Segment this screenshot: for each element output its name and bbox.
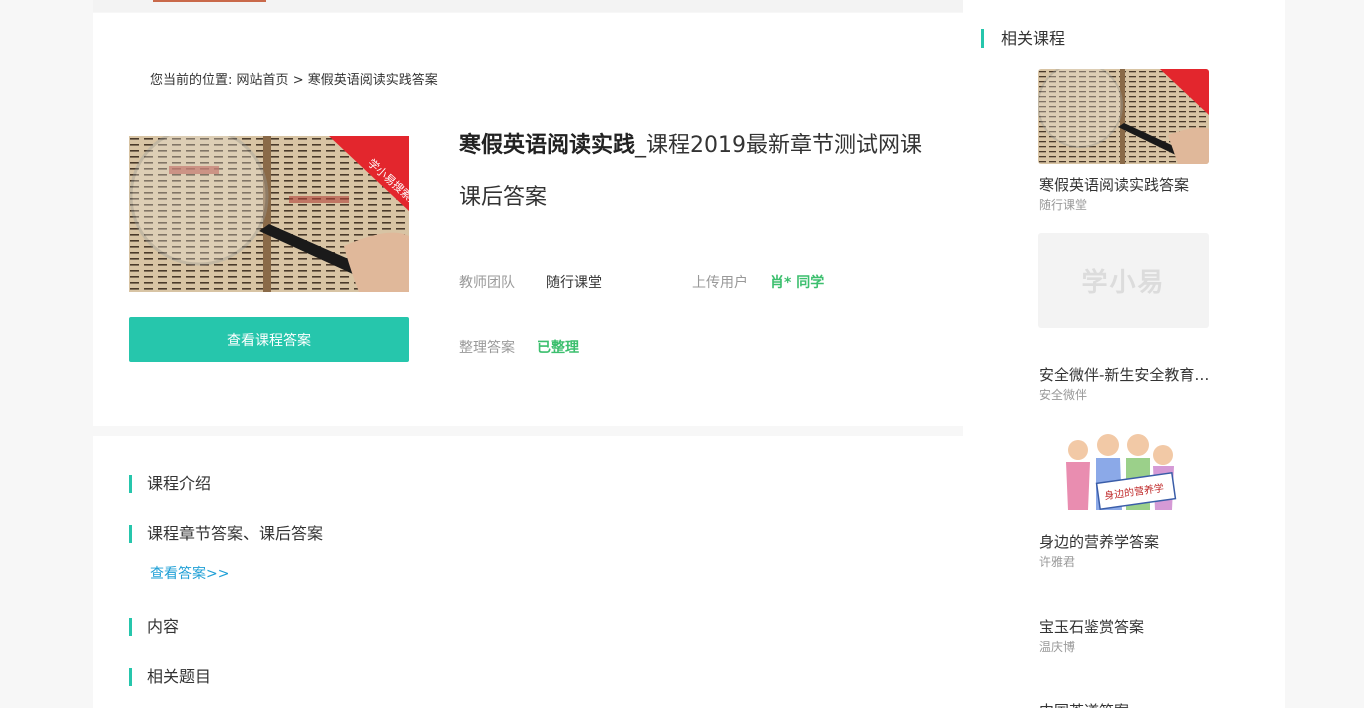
related-course-author-1: 随行课堂 — [1039, 198, 1088, 212]
status-value: 已整理 — [537, 340, 579, 356]
related-course-title-2[interactable]: 安全微伴-新生安全教育答案 — [1039, 364, 1224, 385]
breadcrumb-home-link[interactable]: 网站首页 — [237, 73, 289, 88]
related-courses-heading: 相关课程 — [981, 29, 1065, 48]
breadcrumb-separator: > — [292, 73, 304, 88]
section-related-questions: 相关题目 — [129, 668, 211, 686]
teacher-value: 随行课堂 — [546, 275, 602, 291]
section-course-intro: 课程介绍 — [129, 475, 211, 493]
uploader-value: 肖* 同学 — [770, 275, 825, 291]
related-course-author-2: 安全微伴 — [1039, 388, 1088, 402]
view-answers-link[interactable]: 查看答案>> — [150, 563, 229, 583]
course-cover-image: 学小易搜索题库 — [129, 136, 409, 292]
breadcrumb-prefix: 您当前的位置: — [150, 73, 233, 88]
section-content: 内容 — [129, 618, 179, 636]
related-course-title-1[interactable]: 寒假英语阅读实践答案 — [1039, 174, 1224, 195]
related-course-title-3[interactable]: 身边的营养学答案 — [1039, 531, 1224, 552]
course-title: 寒假英语阅读实践_课程2019最新章节测试网课课后答案 — [459, 120, 929, 224]
breadcrumb-current: 寒假英语阅读实践答案 — [307, 73, 438, 88]
uploader-label: 上传用户 — [692, 275, 748, 291]
placeholder-logo-text: 学小易 — [1081, 268, 1166, 298]
course-title-bold: 寒假英语阅读实践 — [459, 133, 636, 158]
related-course-thumb-1[interactable] — [1038, 69, 1209, 164]
view-course-answer-button[interactable]: 查看课程答案 — [129, 317, 409, 362]
top-accent-bar — [153, 0, 266, 2]
related-course-thumb-3[interactable]: 身边的营养学 — [1038, 430, 1209, 525]
top-strip — [93, 0, 963, 12]
related-course-title-4[interactable]: 宝玉石鉴赏答案 — [1039, 616, 1224, 637]
related-course-title-5[interactable]: 中国茶道答案 — [1039, 700, 1224, 708]
section-chapter-answers: 课程章节答案、课后答案 — [129, 525, 323, 543]
related-course-author-4: 温庆博 — [1039, 640, 1076, 654]
related-course-thumb-2[interactable]: 学小易 — [1038, 233, 1209, 328]
breadcrumb: 您当前的位置: 网站首页 > 寒假英语阅读实践答案 — [150, 69, 438, 88]
related-course-author-3: 许雅君 — [1039, 555, 1076, 569]
status-label: 整理答案 — [459, 340, 515, 356]
teacher-label: 教师团队 — [459, 275, 515, 291]
